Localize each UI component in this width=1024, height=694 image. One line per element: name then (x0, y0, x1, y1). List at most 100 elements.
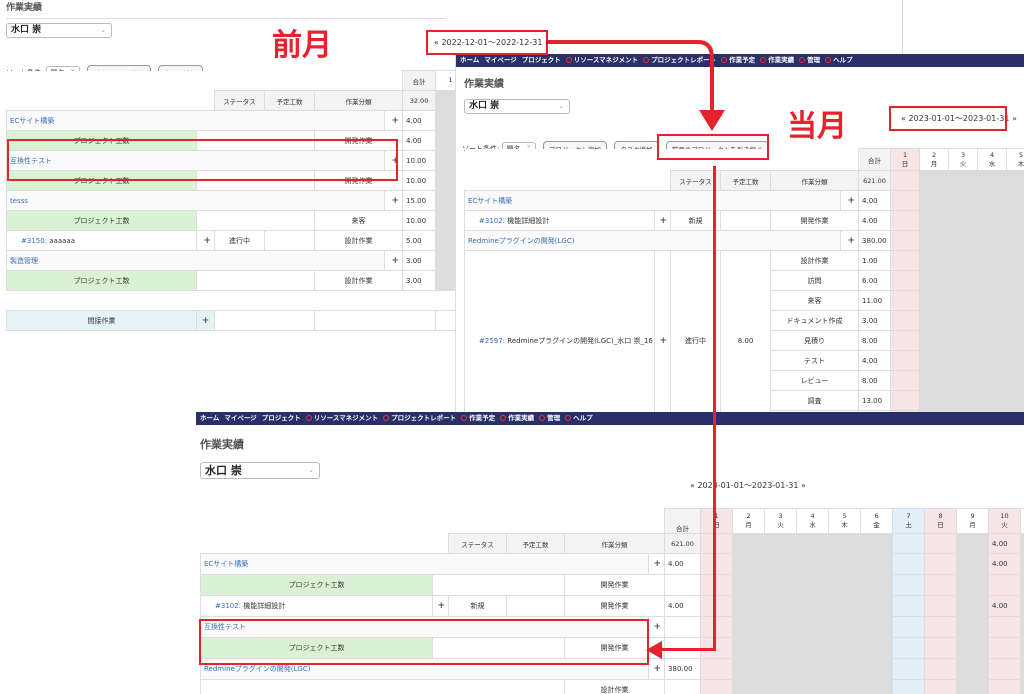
day-cell[interactable] (764, 553, 798, 575)
add-plus-icon[interactable]: + (432, 595, 449, 617)
issue-link[interactable]: #3102: (215, 602, 243, 610)
day-cell[interactable] (924, 574, 958, 596)
nav-item[interactable]: プロジェクトレポート (383, 414, 456, 422)
project-name[interactable]: tesss (6, 190, 385, 211)
day-cell[interactable] (796, 595, 830, 617)
add-plus-icon[interactable]: + (647, 616, 666, 638)
day-cell[interactable] (828, 574, 862, 596)
add-plus-icon[interactable]: + (383, 250, 404, 271)
add-plus-icon[interactable]: + (383, 190, 404, 211)
day-cell[interactable] (988, 574, 1022, 596)
day-cell[interactable] (732, 574, 766, 596)
day-cell[interactable] (828, 679, 862, 694)
day-cell[interactable] (764, 595, 798, 617)
nav-item[interactable]: ホーム (460, 56, 479, 64)
day-cell[interactable] (732, 616, 766, 638)
user-select[interactable]: 水口 崇 ⌄ (6, 23, 112, 38)
day-cell[interactable] (892, 637, 926, 659)
day-cell[interactable] (700, 553, 734, 575)
day-cell[interactable] (828, 595, 862, 617)
nav-item[interactable]: ヘルプ (565, 414, 593, 422)
day-cell[interactable] (860, 574, 894, 596)
nav-item[interactable]: ヘルプ (825, 56, 853, 64)
day-cell[interactable] (732, 553, 766, 575)
nav-item[interactable]: 作業実績 (760, 56, 794, 64)
day-cell[interactable] (988, 637, 1022, 659)
day-cell[interactable] (924, 616, 958, 638)
day-cell[interactable] (732, 595, 766, 617)
nav-item[interactable]: リソースマネジメント (565, 56, 638, 64)
day-cell[interactable] (892, 595, 926, 617)
day-cell[interactable] (796, 658, 830, 680)
day-cell[interactable] (956, 679, 990, 694)
day-cell[interactable] (860, 658, 894, 680)
day-cell[interactable] (892, 658, 926, 680)
day-cell[interactable] (860, 616, 894, 638)
nav-item[interactable]: ホーム (200, 414, 219, 422)
issue-cell[interactable]: #3102: 機能詳細設計 (464, 210, 655, 231)
day-cell[interactable] (700, 574, 734, 596)
day-cell[interactable] (796, 637, 830, 659)
issue-link[interactable]: #3150: (21, 237, 49, 245)
nav-item[interactable]: 作業実績 (500, 414, 534, 422)
add-plus-icon[interactable]: + (196, 230, 215, 251)
day-cell[interactable] (860, 679, 894, 694)
user-select[interactable]: 水口 崇 ⌄ (200, 462, 320, 479)
day-cell[interactable]: 4.00 (988, 553, 1022, 575)
day-cell[interactable] (1020, 637, 1024, 659)
day-cell[interactable] (924, 679, 958, 694)
add-plus-icon[interactable]: + (383, 110, 404, 131)
issue-cell[interactable]: #3102: 機能詳細設計 (200, 595, 433, 617)
day-cell[interactable] (700, 616, 734, 638)
day-cell[interactable] (924, 637, 958, 659)
day-cell[interactable] (796, 679, 830, 694)
day-cell[interactable] (828, 553, 862, 575)
day-cell[interactable] (892, 679, 926, 694)
day-cell[interactable] (796, 616, 830, 638)
day-cell[interactable] (828, 637, 862, 659)
project-name[interactable]: ECサイト構築 (6, 110, 385, 131)
day-cell[interactable] (924, 595, 958, 617)
day-cell[interactable] (732, 658, 766, 680)
day-cell[interactable]: 4.00 (988, 595, 1022, 617)
day-cell[interactable] (924, 553, 958, 575)
day-cell[interactable] (700, 679, 734, 694)
issue-cell[interactable]: #3150: aaaaaa (6, 230, 197, 251)
day-cell[interactable] (924, 658, 958, 680)
day-cell[interactable] (892, 574, 926, 596)
date-range-nav[interactable]: « 2023-01-01〜2023-01-31 » (690, 480, 806, 491)
day-cell[interactable] (732, 637, 766, 659)
day-cell[interactable] (828, 658, 862, 680)
day-cell[interactable] (956, 658, 990, 680)
day-cell[interactable] (956, 574, 990, 596)
day-cell[interactable] (956, 616, 990, 638)
day-cell[interactable] (956, 553, 990, 575)
nav-item[interactable]: プロジェクト (522, 56, 561, 64)
day-cell[interactable] (700, 658, 734, 680)
nav-item[interactable]: マイページ (224, 414, 256, 422)
day-cell[interactable] (988, 658, 1022, 680)
add-plus-icon[interactable]: + (654, 210, 671, 231)
day-cell[interactable] (764, 574, 798, 596)
add-plus-icon[interactable]: + (839, 190, 860, 211)
nav-item[interactable]: 作業予定 (461, 414, 495, 422)
add-plus-icon[interactable]: + (654, 250, 671, 412)
day-cell[interactable] (988, 679, 1022, 694)
day-cell[interactable] (796, 574, 830, 596)
nav-item[interactable]: リソースマネジメント (305, 414, 378, 422)
day-cell[interactable] (860, 637, 894, 659)
nav-item[interactable]: マイページ (484, 56, 516, 64)
day-cell[interactable] (764, 616, 798, 638)
day-cell[interactable] (1020, 679, 1024, 694)
day-cell[interactable] (700, 595, 734, 617)
add-plus-icon[interactable]: + (196, 310, 215, 331)
day-cell[interactable] (892, 616, 926, 638)
day-cell[interactable] (1020, 658, 1024, 680)
day-cell[interactable] (860, 595, 894, 617)
day-cell[interactable] (732, 679, 766, 694)
day-cell[interactable] (1020, 616, 1024, 638)
issue-link[interactable]: #3102: (479, 217, 507, 225)
nav-item[interactable]: 管理 (539, 414, 560, 422)
nav-item[interactable]: 管理 (799, 56, 820, 64)
issue-cell[interactable]: #2597: Redmineプラグインの開発(LGC)_水口 崇_16 (464, 250, 655, 412)
